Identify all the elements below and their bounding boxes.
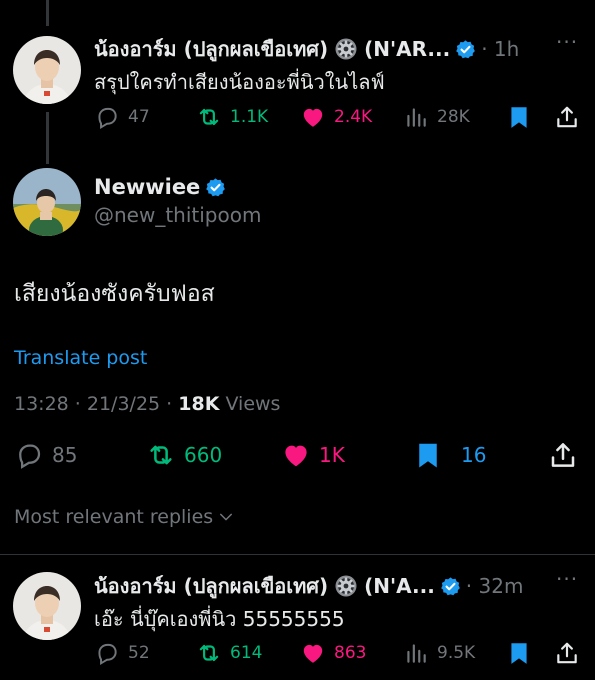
share-icon xyxy=(554,104,580,130)
gear-emoji-icon xyxy=(334,37,358,61)
tweet-text: เอ๊ะ นี่บุ๊คเองพี่นิว 55555555 xyxy=(94,607,345,631)
tweet-header: น้องอาร์ม (ปลูกผลเขือเทศ) (N'AR... · 1h xyxy=(94,33,519,65)
views-button[interactable]: 28K xyxy=(403,104,470,130)
verified-badge-icon xyxy=(455,39,476,60)
reply-count: 52 xyxy=(128,643,150,663)
reply-icon xyxy=(94,104,120,130)
views-count: 9.5K xyxy=(437,643,476,663)
views-icon xyxy=(403,640,429,666)
bookmark-button[interactable] xyxy=(506,640,540,666)
share-button[interactable] xyxy=(554,640,588,666)
gear-emoji-icon xyxy=(334,574,358,598)
display-name[interactable]: น้องอาร์ม (ปลูกผลเขือเทศ) xyxy=(94,570,328,602)
views-button[interactable]: 9.5K xyxy=(403,640,475,666)
display-name-suffix[interactable]: (N'AR... xyxy=(364,37,450,61)
like-button[interactable]: 1K xyxy=(281,440,345,470)
reply-button[interactable]: 47 xyxy=(94,104,150,130)
tweet-text: สรุปใครทำเสียงน้องอะพี่นิวในไลฟ์ xyxy=(94,70,385,94)
tweet-time[interactable]: · 1h xyxy=(481,37,519,61)
repost-button[interactable]: 614 xyxy=(196,640,262,666)
bookmark-count: 16 xyxy=(461,443,487,467)
views-count: 28K xyxy=(437,107,470,127)
tweet-text: เสียงน้องซังครับฟอส xyxy=(14,281,215,307)
tweet-timestamp: 13:28 · 21/3/25 · 18K Views xyxy=(14,393,281,415)
bookmark-icon xyxy=(413,440,443,470)
sort-label: Most relevant replies xyxy=(14,506,214,528)
replies-sort-dropdown[interactable]: Most relevant replies xyxy=(14,506,235,528)
share-icon xyxy=(548,440,578,470)
reply-count: 47 xyxy=(128,107,150,127)
repost-count: 614 xyxy=(230,643,263,663)
verified-badge-icon xyxy=(205,177,226,198)
views-count[interactable]: 18K xyxy=(178,393,219,415)
reply-count: 85 xyxy=(52,443,78,467)
repost-button[interactable]: 1.1K xyxy=(196,104,268,130)
reply-button[interactable]: 85 xyxy=(14,440,77,470)
chevron-down-icon xyxy=(217,508,235,526)
share-icon xyxy=(554,640,580,666)
like-count: 1K xyxy=(319,443,345,467)
heart-icon xyxy=(281,440,311,470)
display-name-suffix[interactable]: (N'A... xyxy=(364,574,435,598)
avatar[interactable] xyxy=(13,572,81,640)
repost-button[interactable]: 660 xyxy=(146,440,222,470)
reply-button[interactable]: 52 xyxy=(94,640,150,666)
display-name[interactable]: น้องอาร์ม (ปลูกผลเขือเทศ) xyxy=(94,33,328,65)
like-count: 863 xyxy=(334,643,367,663)
divider xyxy=(0,554,595,555)
verified-badge-icon xyxy=(440,576,461,597)
more-options-icon[interactable]: ··· xyxy=(556,30,578,54)
views-icon xyxy=(403,104,429,130)
like-button[interactable]: 863 xyxy=(300,640,366,666)
main-tweet-actions: 85 660 1K 16 xyxy=(0,440,595,472)
main-tweet-header: Newwiee xyxy=(94,175,226,199)
tweet-actions: 47 1.1K 2.4K 28K xyxy=(0,104,595,130)
avatar[interactable] xyxy=(13,36,81,104)
display-name[interactable]: Newwiee xyxy=(94,175,200,199)
bookmark-icon xyxy=(506,104,532,130)
avatar[interactable] xyxy=(13,168,81,236)
repost-icon xyxy=(146,440,176,470)
reply-actions: 52 614 863 9.5K xyxy=(0,640,595,666)
reply-header: น้องอาร์ม (ปลูกผลเขือเทศ) (N'A... · 32m xyxy=(94,570,523,602)
thread-line-top xyxy=(46,0,49,26)
share-button[interactable] xyxy=(548,440,586,470)
repost-count: 1.1K xyxy=(230,107,269,127)
repost-count: 660 xyxy=(184,443,223,467)
heart-icon xyxy=(300,104,326,130)
user-handle[interactable]: @new_thitipoom xyxy=(94,203,261,227)
heart-icon xyxy=(300,640,326,666)
bookmark-button[interactable]: 16 xyxy=(413,440,486,470)
bookmark-icon xyxy=(506,640,532,666)
like-count: 2.4K xyxy=(334,107,373,127)
repost-icon xyxy=(196,104,222,130)
share-button[interactable] xyxy=(554,104,588,130)
bookmark-button[interactable] xyxy=(506,104,540,130)
translate-post-link[interactable]: Translate post xyxy=(14,347,147,369)
reply-icon xyxy=(94,640,120,666)
more-options-icon[interactable]: ··· xyxy=(556,567,578,591)
repost-icon xyxy=(196,640,222,666)
like-button[interactable]: 2.4K xyxy=(300,104,372,130)
reply-icon xyxy=(14,440,44,470)
tweet-time[interactable]: · 32m xyxy=(466,574,524,598)
